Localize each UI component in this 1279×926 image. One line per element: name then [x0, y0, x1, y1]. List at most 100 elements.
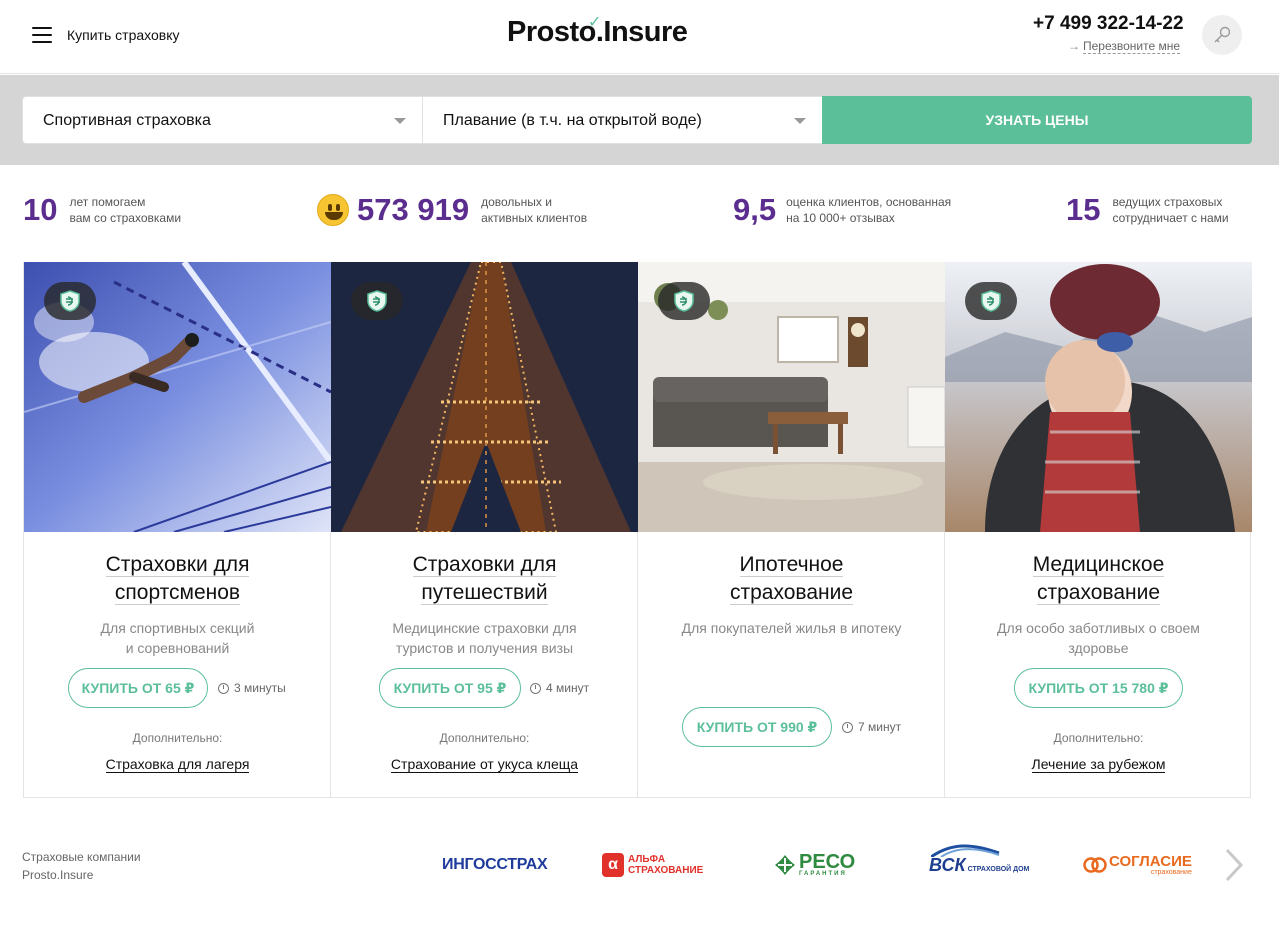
key-icon	[1214, 26, 1231, 43]
partner-ingosstrakh-logo[interactable]: ИНГОССТРАХ	[442, 850, 548, 880]
product-cards: Страховки для спортсменов Для спортивных …	[23, 262, 1252, 798]
partner-alfa-logo[interactable]: α АЛЬФА СТРАХОВАНИЕ	[602, 850, 703, 880]
partner-reso-logo[interactable]: РЕСО ГАРАНТИЯ	[773, 850, 855, 880]
partner-soglasie-logo[interactable]: СОГЛАСИЕ страхование	[1083, 850, 1192, 880]
extra-link-text[interactable]: Лечение за рубежом	[1031, 756, 1166, 773]
stat-years: 10 лет помогаем вам со страховками	[23, 192, 181, 228]
card-subtitle: Для спортивных секций и соревнований	[44, 618, 311, 658]
swimmer-image[interactable]	[24, 262, 331, 532]
sport-value: Плавание (в т.ч. на открытой воде)	[443, 112, 702, 129]
stat-text: активных клиентов	[481, 211, 588, 225]
card-subtitle: Для особо заботливых о своем здоровье	[965, 618, 1232, 658]
card-title[interactable]: Медицинское страхование	[945, 551, 1252, 607]
card-title-line: Страховки для	[412, 553, 557, 577]
duration-text: 3 минуты	[234, 681, 286, 695]
card-title-line: страхование	[1036, 581, 1161, 605]
extra-link[interactable]: Страхование от укуса клеща	[331, 756, 638, 773]
stat-text: на 10 000+ отзывах	[786, 211, 895, 225]
stat-clients: 573 919 довольных и активных клиентов	[317, 192, 587, 228]
partner-vsk-logo[interactable]: ВСК СТРАХОВОЙ ДОМ	[929, 843, 1029, 880]
extra-link-text[interactable]: Страховка для лагеря	[105, 756, 250, 773]
partner-name: ВСК СТРАХОВОЙ ДОМ	[929, 843, 1029, 876]
stat-description: ведущих страховых сотрудничает с нами	[1112, 194, 1228, 226]
card-title[interactable]: Страховки для спортсменов	[24, 551, 331, 607]
stat-partners: 15 ведущих страховых сотрудничает с нами	[1066, 192, 1229, 228]
living-room-image[interactable]	[638, 262, 945, 532]
stat-text: довольных и	[481, 195, 552, 209]
buy-button[interactable]: КУПИТЬ ОТ 990 ₽	[682, 707, 832, 747]
parent-child-image[interactable]	[945, 262, 1252, 532]
category-select[interactable]: Спортивная страховка	[22, 96, 423, 144]
phone-number[interactable]: +7 499 322-14-22	[1033, 13, 1184, 35]
partner-name: АЛЬФА СТРАХОВАНИЕ	[628, 854, 703, 876]
extra-link-text[interactable]: Страхование от укуса клеща	[390, 756, 579, 773]
extra-link[interactable]: Страховка для лагеря	[24, 756, 331, 773]
partners-label-line: Страховые компании	[22, 850, 141, 864]
buy-button[interactable]: КУПИТЬ ОТ 15 780 ₽	[1014, 668, 1183, 708]
card-subtitle: Для покупателей жилья в ипотеку	[658, 618, 925, 638]
extra-link[interactable]: Лечение за рубежом	[945, 756, 1252, 773]
card-title-line: Медицинское	[1032, 553, 1165, 577]
category-value: Спортивная страховка	[43, 112, 211, 129]
duration: 4 минут	[530, 681, 589, 695]
stat-text: ведущих страховых	[1112, 195, 1223, 209]
buy-button[interactable]: КУПИТЬ ОТ 65 ₽	[68, 668, 208, 708]
card-title[interactable]: Ипотечное страхование	[638, 551, 945, 607]
card-title-line: спортсменов	[114, 581, 241, 605]
logo[interactable]: Prosto.Insure ✓	[507, 14, 688, 49]
card-subtitle-line: Для покупателей жилья в ипотеку	[681, 620, 902, 636]
partner-name: СОГЛАСИЕ страхование	[1109, 854, 1192, 876]
stat-description: оценка клиентов, основанная на 10 000+ от…	[786, 194, 951, 226]
buy-button[interactable]: КУПИТЬ ОТ 95 ₽	[379, 668, 521, 708]
menu-label[interactable]: Купить страховку	[67, 27, 180, 43]
clock-icon	[530, 682, 541, 694]
card-subtitle-line: Медицинские страховки для	[392, 620, 577, 636]
partner-name-line: АЛЬФА	[628, 854, 666, 865]
arrow-right-icon: →	[1068, 39, 1080, 53]
chevron-right-icon	[1225, 848, 1244, 882]
card-subtitle-line: и соревнований	[125, 640, 230, 656]
stat-value: 15	[1066, 192, 1101, 227]
eiffel-tower-image[interactable]	[331, 262, 638, 532]
chevron-down-icon	[794, 118, 806, 124]
chevron-down-icon	[394, 118, 406, 124]
logo-check-icon: ✓	[588, 14, 601, 31]
partner-name-line: РЕСО	[799, 851, 856, 873]
callback-label: Перезвоните мне	[1083, 39, 1181, 54]
menu-icon[interactable]	[32, 27, 52, 43]
search-panel: Спортивная страховка Плавание (в т.ч. на…	[0, 75, 1279, 165]
extra-label: Дополнительно:	[1053, 731, 1144, 745]
card-subtitle-line: здоровье	[1068, 640, 1129, 656]
partner-name-line: страхование	[1150, 869, 1192, 876]
reso-icon	[775, 855, 795, 875]
card-title-line: путешествий	[421, 581, 548, 605]
card-travel[interactable]: Страховки для путешествий Медицинские стр…	[331, 262, 638, 798]
stat-description: лет помогаем вам со страховками	[69, 194, 181, 226]
stat-text: оценка клиентов, основанная	[786, 195, 952, 209]
stat-text: лет помогаем	[69, 195, 146, 209]
stat-text: сотрудничает с нами	[1112, 211, 1229, 225]
get-prices-button[interactable]: УЗНАТЬ ЦЕНЫ	[822, 96, 1252, 144]
shield-badge-icon	[658, 282, 710, 320]
login-button[interactable]	[1202, 15, 1242, 55]
shield-badge-icon	[965, 282, 1017, 320]
card-title-line: Страховки для	[105, 553, 250, 577]
stat-description: довольных и активных клиентов	[481, 194, 587, 226]
card-mortgage[interactable]: Ипотечное страхование Для покупателей жил…	[638, 262, 945, 798]
clock-icon	[842, 721, 853, 733]
carousel-next-button[interactable]	[1222, 848, 1246, 882]
card-title[interactable]: Страховки для путешествий	[331, 551, 638, 607]
duration-text: 7 минут	[858, 720, 902, 734]
stat-value: 573 919	[357, 192, 470, 227]
card-title-line: страхование	[729, 581, 854, 605]
callback-link[interactable]: → Перезвоните мне	[1068, 39, 1181, 54]
card-subtitle-line: туристов и получения визы	[395, 640, 574, 656]
duration: 3 минуты	[218, 681, 286, 695]
sport-select[interactable]: Плавание (в т.ч. на открытой воде)	[422, 96, 823, 144]
site-header: Купить страховку Prosto.Insure ✓ +7 499 …	[0, 0, 1279, 74]
soglasie-icon	[1083, 857, 1107, 873]
duration-text: 4 минут	[546, 681, 590, 695]
card-medical[interactable]: Медицинское страхование Для особо заботли…	[945, 262, 1252, 798]
card-sports[interactable]: Страховки для спортсменов Для спортивных …	[24, 262, 331, 798]
partners-label-line: Prosto.Insure	[22, 868, 94, 882]
